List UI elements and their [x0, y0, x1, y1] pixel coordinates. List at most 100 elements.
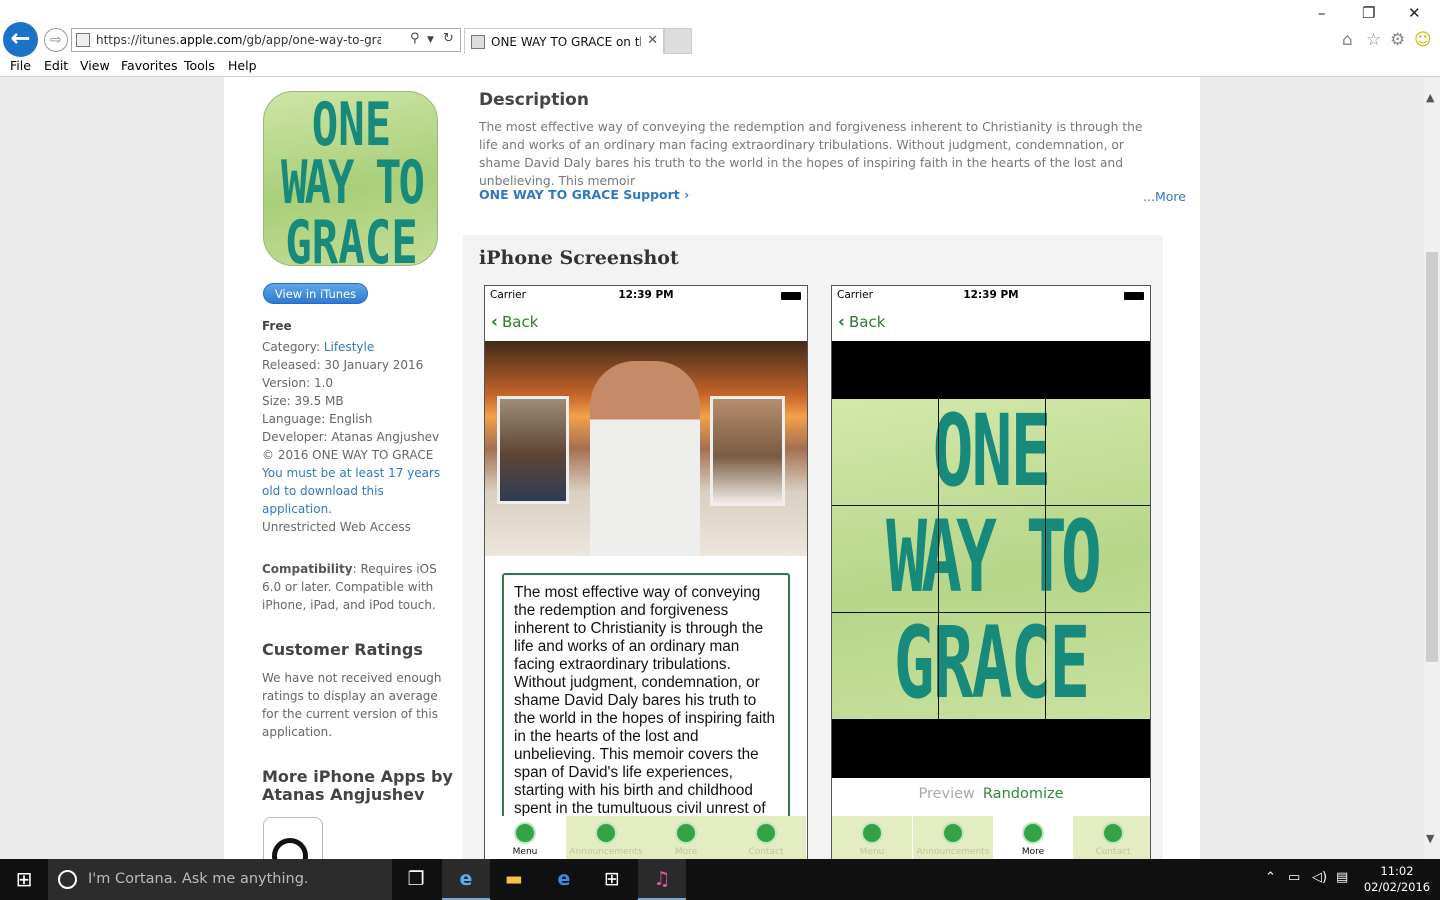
tab-bar: Menu Announcements More Contact [485, 816, 807, 859]
back-button[interactable]: ← [3, 22, 38, 57]
tab-title: ONE WAY TO GRACE on th... [491, 35, 641, 49]
notifications-icon[interactable]: ▤ [1336, 870, 1348, 885]
forward-button[interactable]: ⇨ [44, 28, 68, 52]
home-icon[interactable]: ⌂ [1342, 30, 1353, 50]
edge-icon[interactable]: e [540, 859, 588, 900]
support-link[interactable]: ONE WAY TO GRACE Support › [479, 187, 689, 202]
itunes-icon[interactable]: ♫ [638, 859, 686, 900]
menu-icon [861, 822, 883, 844]
contact-icon [755, 822, 777, 844]
gear-icon[interactable]: ⚙ [1390, 30, 1405, 50]
scroll-up-arrow-icon[interactable]: ▲ [1426, 91, 1434, 104]
language-label: Language: English [262, 412, 373, 426]
view-in-itunes-button[interactable]: View in iTunes [263, 283, 368, 304]
tab-label: Announcements [569, 847, 643, 857]
screenshots-heading: iPhone Screenshot [479, 247, 679, 269]
randomize-button: Randomize [982, 786, 1064, 802]
tab-menu: Menu [832, 816, 912, 859]
scroll-down-arrow-icon[interactable]: ▼ [1426, 832, 1434, 845]
menu-help[interactable]: Help [228, 58, 257, 73]
tab-label: More [674, 847, 698, 857]
refresh-icon[interactable]: ↻ [443, 31, 454, 46]
copyright-label: © 2016 ONE WAY TO GRACE [262, 448, 434, 462]
tab-label: Contact [748, 847, 784, 857]
address-url[interactable]: https://itunes.apple.com/gb/app/one-way-… [96, 33, 381, 47]
tab-announcements: Announcements [566, 816, 646, 859]
restore-button[interactable]: ❐ [1362, 4, 1375, 22]
smiley-icon[interactable]: ☺ [1414, 30, 1432, 50]
windows-start-button[interactable]: ⊞ [0, 859, 48, 900]
iphone-screenshot-2[interactable]: Carrier 12:39 PM ‹Back ONE WAY TO GRACE [831, 285, 1151, 859]
description-text: The most effective way of conveying the … [479, 120, 1143, 188]
category-label: Category: [262, 340, 324, 354]
new-tab-button[interactable] [664, 28, 692, 54]
puzzle-controls: Preview Randomize [832, 786, 1150, 802]
address-bar[interactable]: https://itunes.apple.com/gb/app/one-way-… [71, 28, 461, 52]
author-photo [485, 341, 807, 556]
page-viewport: ONE WAY TO GRACE View in iTunes Free Cat… [0, 77, 1424, 859]
back-label: Back [502, 313, 539, 331]
more-link[interactable]: ...More [1143, 189, 1186, 204]
category-link[interactable]: Lifestyle [324, 340, 374, 354]
version-label: Version: 1.0 [262, 376, 334, 390]
store-icon[interactable]: ⊞ [588, 859, 636, 900]
close-window-button[interactable]: ✕ [1408, 4, 1421, 22]
internet-explorer-icon[interactable]: e [442, 859, 490, 900]
grid-line [1045, 399, 1046, 719]
cortana-search-box[interactable]: I'm Cortana. Ask me anything. [48, 859, 392, 900]
compatibility-label: Compatibility [262, 562, 353, 576]
iphone-screenshot-1[interactable]: Carrier 12:39 PM ‹ Back The most effectiv… [484, 285, 808, 859]
screenshots-section: iPhone Screenshot Carrier 12:39 PM ‹ Back… [463, 235, 1163, 859]
menu-tools[interactable]: Tools [184, 58, 215, 73]
release-date: Released: 30 January 2016 [262, 358, 424, 372]
tab-menu: Menu [485, 816, 565, 859]
customer-ratings-heading: Customer Ratings [262, 640, 423, 659]
battery-icon [1124, 292, 1144, 300]
menu-edit[interactable]: Edit [44, 58, 68, 73]
dropdown-arrow-icon[interactable]: ▼ [427, 35, 434, 45]
menu-favorites[interactable]: Favorites [121, 58, 177, 73]
tab-label: Contact [1095, 847, 1131, 857]
minimize-button[interactable]: – [1318, 4, 1326, 22]
tray-chevron-icon[interactable]: ⌃ [1265, 870, 1276, 885]
volume-icon[interactable]: ◁) [1312, 870, 1327, 885]
bell-icon [595, 822, 617, 844]
web-access-label: Unrestricted Web Access [262, 520, 411, 534]
status-bar: Carrier 12:39 PM [485, 286, 807, 306]
price-label: Free [262, 319, 292, 333]
file-explorer-icon[interactable]: ▬ [490, 859, 538, 900]
star-icon[interactable]: ☆ [1366, 30, 1381, 50]
menu-icon [514, 822, 536, 844]
back-nav: ‹ Back [491, 312, 538, 332]
app-icon-word: WAY TO [281, 149, 425, 218]
age-rating-text[interactable]: You must be at least 17 years old to dow… [262, 466, 440, 516]
developer-app-icon[interactable] [263, 817, 323, 859]
status-bar: Carrier 12:39 PM [832, 286, 1150, 306]
vertical-scrollbar[interactable]: ▲ ▼ [1424, 77, 1440, 859]
tab-bar: Menu Announcements More Contact [832, 816, 1150, 859]
scrollbar-thumb[interactable] [1426, 252, 1438, 662]
list-icon [675, 822, 697, 844]
tab-label: Menu [859, 847, 885, 857]
search-icon[interactable]: ⚲ [410, 31, 420, 46]
tab-announcements: Announcements [913, 816, 993, 859]
age-rating-link[interactable]: You must be at least 17 years old to dow… [262, 464, 442, 518]
tab-itunes[interactable]: ONE WAY TO GRACE on th... ✕ [464, 28, 664, 54]
menu-file[interactable]: File [10, 58, 31, 73]
tab-label: Announcements [916, 847, 990, 857]
taskbar-clock[interactable]: 11:02 02/02/2016 [1362, 863, 1432, 895]
cover-word: GRACE [893, 607, 1091, 719]
contact-icon [1102, 822, 1124, 844]
taskbar: ⊞ I'm Cortana. Ask me anything. ❐ e ▬ e … [0, 859, 1440, 900]
status-time: 12:39 PM [618, 289, 674, 301]
close-tab-icon[interactable]: ✕ [647, 33, 658, 48]
app-icon[interactable]: ONE WAY TO GRACE [263, 91, 438, 266]
chevron-left-icon: ‹ [838, 312, 846, 332]
cortana-placeholder: I'm Cortana. Ask me anything. [88, 871, 309, 887]
held-photo-left [497, 396, 569, 504]
battery-icon [781, 292, 801, 300]
grid-line [938, 399, 939, 719]
task-view-icon[interactable]: ❐ [392, 859, 440, 900]
network-icon[interactable]: ▭ [1288, 870, 1300, 885]
menu-view[interactable]: View [80, 58, 110, 73]
